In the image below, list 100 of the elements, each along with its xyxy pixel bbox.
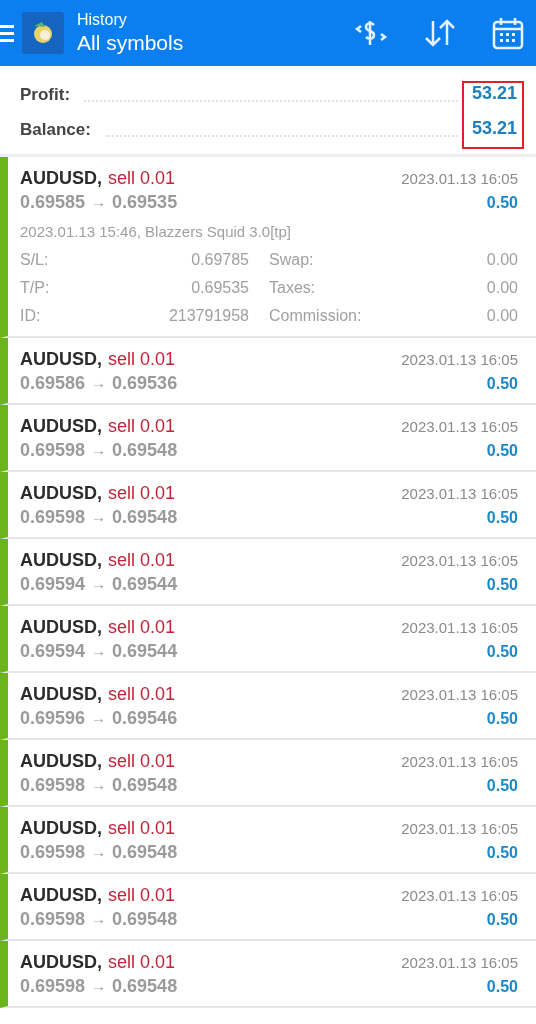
price-arrow: → [91,841,107,862]
deal-time: 2023.01.13 16:05 [401,484,518,504]
open-price: 0.69585 [20,190,86,214]
deal-type: sell 0.01 [108,817,176,840]
open-price: 0.69598 [20,773,86,797]
price-arrow: → [91,506,107,527]
open-price: 0.69596 [20,706,86,730]
price-arrow: → [91,640,107,661]
deal-profit: 0.50 [486,642,518,662]
deal-symbol: AUDUSD, [20,884,102,907]
field-label: Taxes: [269,278,316,298]
deal-type: sell 0.01 [108,616,176,639]
deal-row[interactable]: AUDUSD, sell 0.01 0.69598 → 0.69548 2023.01.13 16:05 0.50 [0,807,536,874]
deal-time: 2023.01.13 16:05 [401,685,518,705]
deal-symbol: AUDUSD, [20,750,102,773]
open-price: 0.69594 [20,639,86,663]
deal-time: 2023.01.13 16:05 [401,417,518,437]
field-label: S/L: [20,250,49,270]
deal-type: sell 0.01 [108,683,176,706]
sort-icon[interactable] [424,18,456,48]
open-price: 0.69586 [20,371,86,395]
deal-type: sell 0.01 [108,750,176,773]
deal-time: 2023.01.13 16:05 [401,886,518,906]
price-arrow: → [91,707,107,728]
deal-symbol: AUDUSD, [20,616,102,639]
deal-profit: 0.50 [486,441,518,461]
deal-type: sell 0.01 [108,482,176,505]
deal-time: 2023.01.13 16:05 [401,169,518,189]
deal-type: sell 0.01 [108,415,176,438]
price-arrow: → [91,191,107,212]
close-price: 0.69548 [112,773,178,797]
deal-detail: 2023.01.13 15:46, Blazzers Squid 3.0[tp] [20,222,293,242]
deal-type: sell 0.01 [108,549,176,572]
deal-row[interactable]: AUDUSD, sell 0.01 0.69598 → 0.69548 2023.01.13 16:05 0.50 [0,941,536,1008]
deal-type: sell 0.01 [108,951,176,974]
deal-type: sell 0.01 [108,167,176,190]
deal-symbol: AUDUSD, [20,415,102,438]
currency-exchange-icon[interactable] [354,18,388,48]
deal-time: 2023.01.13 16:05 [401,819,518,839]
deal-row[interactable]: AUDUSD, sell 0.01 0.69598 → 0.69548 2023.01.13 16:05 0.50 [0,472,536,539]
deal-time: 2023.01.13 16:05 [401,953,518,973]
deal-profit: 0.50 [486,508,518,528]
calendar-icon[interactable] [492,16,524,50]
deal-time: 2023.01.13 16:05 [401,752,518,772]
deal-profit: 0.50 [486,910,518,930]
field-label: Swap: [269,250,314,270]
close-price: 0.69548 [112,505,178,529]
app-logo-icon [22,12,64,54]
field-value: 0.69785 [191,250,249,270]
deal-time: 2023.01.13 16:05 [401,350,518,370]
close-price: 0.69548 [112,840,178,864]
deal-symbol: AUDUSD, [20,482,102,505]
close-price: 0.69548 [112,907,178,931]
deal-symbol: AUDUSD, [20,549,102,572]
field-value: 0.00 [486,306,518,326]
close-price: 0.69548 [112,438,178,462]
deal-symbol: AUDUSD, [20,817,102,840]
open-price: 0.69598 [20,840,86,864]
summary-label: Profit: [20,83,71,106]
deal-row[interactable]: AUDUSD, sell 0.01 0.69598 → 0.69548 2023.01.13 16:05 0.50 [0,740,536,807]
price-arrow: → [91,975,107,996]
deal-row[interactable]: AUDUSD, sell 0.01 0.69586 → 0.69536 2023.01.13 16:05 0.50 [0,338,536,405]
summary-value: 53.21 [471,82,517,105]
deal-row[interactable]: AUDUSD, sell 0.01 0.69585 → 0.69535 2023.01.13 16:05 0.50 2023.01.13 15:46, Blazzers Squid 3.0[tp] S/L: 0.69785 Swap: 0.00 T/P: 0.69535 Taxes: 0.00 ID: 213791958 Commission: 0.00 [0,157,536,338]
deal-row[interactable]: AUDUSD, sell 0.01 0.69594 → 0.69544 2023.01.13 16:05 0.50 [0,606,536,673]
deal-row[interactable]: AUDUSD, sell 0.01 0.69594 → 0.69544 2023.01.13 16:05 0.50 [0,539,536,606]
deal-type: sell 0.01 [108,348,176,371]
close-price: 0.69535 [112,190,178,214]
close-price: 0.69548 [112,974,178,998]
deal-profit: 0.50 [486,977,518,997]
field-value: 0.69535 [191,278,249,298]
deal-row[interactable]: AUDUSD, sell 0.01 0.69598 → 0.69548 2023.01.13 16:05 0.50 [0,405,536,472]
deal-profit: 0.50 [486,193,518,213]
open-price: 0.69598 [20,505,86,529]
deal-profit: 0.50 [486,575,518,595]
open-price: 0.69598 [20,907,86,931]
deal-profit: 0.50 [486,374,518,394]
close-price: 0.69544 [112,572,178,596]
deal-row[interactable]: AUDUSD, sell 0.01 0.69596 → 0.69546 2023.01.13 16:05 0.50 [0,673,536,740]
deal-profit: 0.50 [486,776,518,796]
deal-time: 2023.01.13 16:05 [401,618,518,638]
field-value: 213791958 [168,306,249,326]
deal-symbol: AUDUSD, [20,951,102,974]
field-label: ID: [20,306,41,326]
field-label: Commission: [269,306,362,326]
price-arrow: → [91,372,107,393]
field-value: 0.00 [486,278,518,298]
close-price: 0.69546 [112,706,178,730]
deal-symbol: AUDUSD, [20,167,102,190]
header-title: All symbols [77,29,184,56]
price-arrow: → [91,908,107,929]
deal-row[interactable]: AUDUSD, sell 0.01 0.69598 → 0.69548 2023.01.13 16:05 0.50 [0,874,536,941]
deal-symbol: AUDUSD, [20,348,102,371]
field-value: 0.00 [486,250,518,270]
menu-icon[interactable] [0,24,14,42]
close-price: 0.69544 [112,639,178,663]
field-label: T/P: [20,278,50,298]
deal-profit: 0.50 [486,709,518,729]
close-price: 0.69536 [112,371,178,395]
deal-time: 2023.01.13 16:05 [401,551,518,571]
